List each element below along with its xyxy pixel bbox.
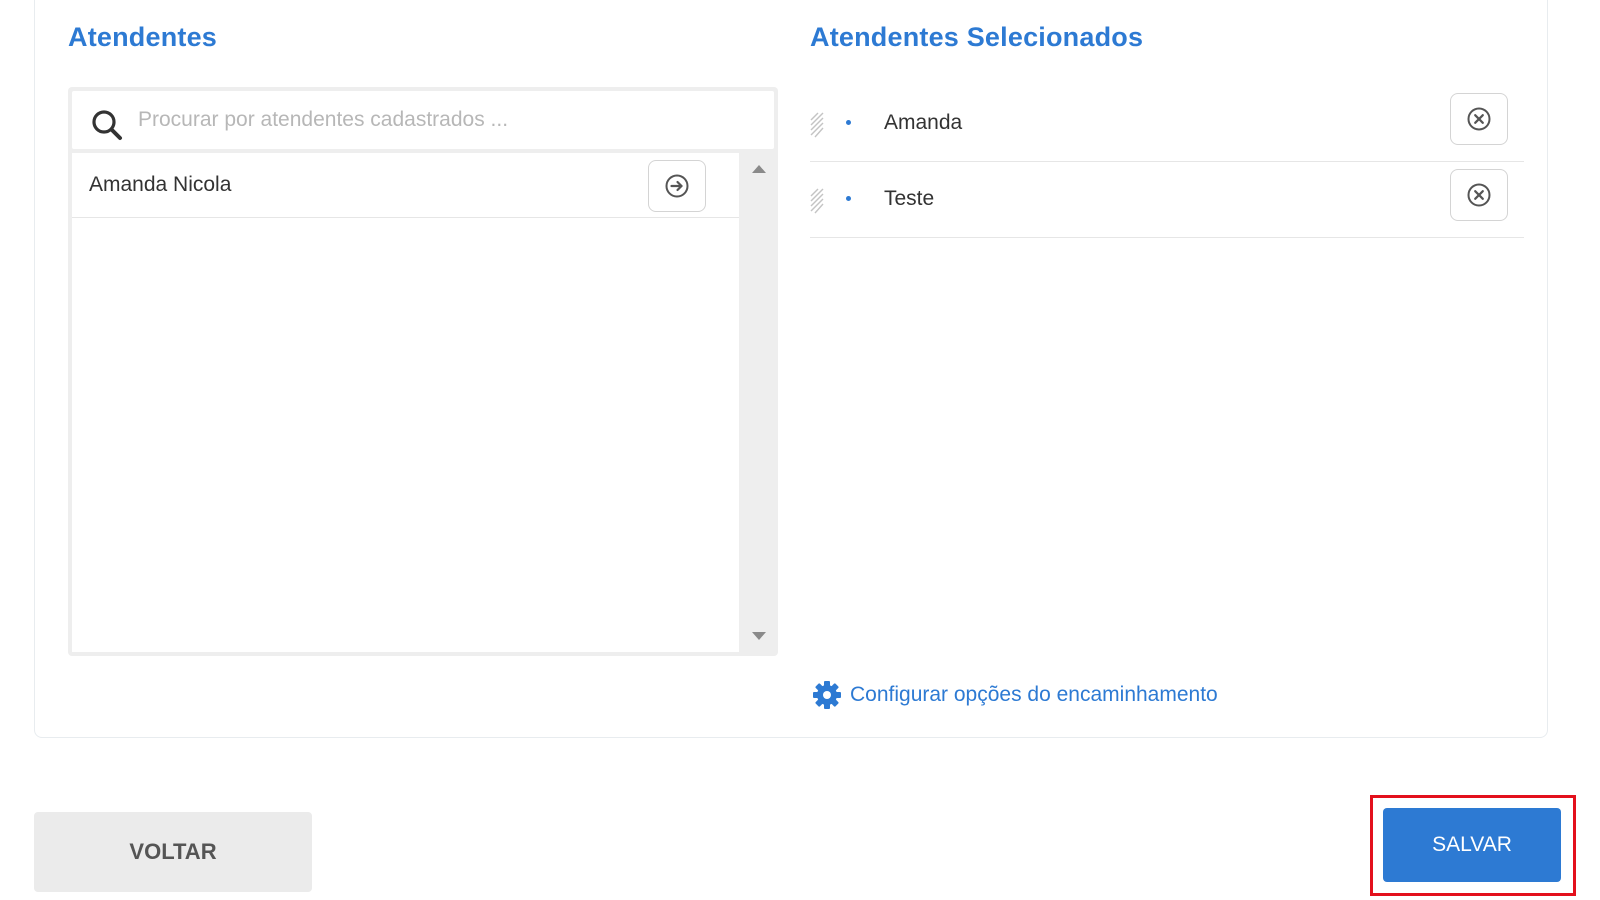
search-box: [72, 91, 774, 149]
scroll-down-arrow-icon[interactable]: [752, 632, 766, 640]
close-circle-icon: [1467, 183, 1491, 207]
arrow-right-circle-icon: [665, 174, 689, 198]
bullet-icon: [846, 196, 851, 201]
available-attendants-list: Amanda Nicola: [72, 153, 739, 652]
selected-attendant-name: Teste: [884, 187, 935, 210]
list-item: Teste: [810, 162, 1524, 238]
list-item: Amanda Nicola: [72, 153, 739, 218]
list-item: Amanda: [810, 86, 1524, 162]
available-attendants-panel: Amanda Nicola: [68, 87, 778, 656]
attendant-name: Amanda Nicola: [89, 173, 232, 196]
back-button[interactable]: VOLTAR: [34, 812, 312, 892]
configure-forwarding-label: Configurar opções do encaminhamento: [850, 683, 1218, 706]
selected-attendant-name: Amanda: [884, 111, 963, 134]
remove-attendant-button[interactable]: [1450, 169, 1508, 221]
search-icon: [92, 110, 122, 140]
selected-attendants-title: Atendentes Selecionados: [810, 22, 1144, 52]
drag-handle-icon[interactable]: [810, 112, 824, 138]
configure-forwarding-link[interactable]: Configurar opções do encaminhamento: [812, 680, 1218, 710]
gear-icon: [813, 681, 841, 709]
list-scrollbar[interactable]: [743, 153, 774, 652]
drag-handle-icon[interactable]: [810, 188, 824, 214]
selected-attendants-list: Amanda Teste: [810, 86, 1524, 238]
save-button[interactable]: SALVAR: [1383, 808, 1561, 882]
close-circle-icon: [1467, 107, 1491, 131]
add-attendant-button[interactable]: [648, 160, 706, 212]
bullet-icon: [846, 120, 851, 125]
scroll-up-arrow-icon[interactable]: [752, 165, 766, 173]
search-input[interactable]: [138, 91, 758, 149]
available-attendants-title: Atendentes: [68, 22, 218, 52]
remove-attendant-button[interactable]: [1450, 93, 1508, 145]
